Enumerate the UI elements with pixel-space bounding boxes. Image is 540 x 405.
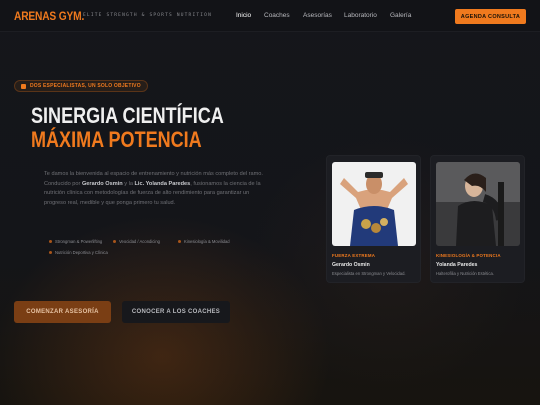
coach-tag: KINESIOLOGÍA & POTENCIA [436, 253, 501, 258]
coach-card-gerardo[interactable]: FUERZA EXTREMA Gerardo Osmin Especialist… [326, 155, 421, 283]
top-nav: ARENAS GYM. ELITE STRENGTH & SPORTS NUTR… [0, 0, 540, 32]
hero-badge: DOS ESPECIALISTAS, UN SOLO OBJETIVO [14, 80, 148, 92]
dumbbell-icon [21, 83, 26, 89]
coach-name: Gerardo Osmin [332, 262, 370, 268]
coach-card-yolanda[interactable]: KINESIOLOGÍA & POTENCIA Yolanda Paredes … [430, 155, 525, 283]
hero-title-line2: MÁXIMA POTENCIA [31, 127, 202, 152]
conocer-coaches-button[interactable]: CONOCER A LOS COACHES [122, 301, 230, 323]
comenzar-asesoria-button[interactable]: COMENZAR ASESORÍA [14, 301, 111, 323]
specialty-tag: Kinesiología & Movilidad [178, 239, 230, 244]
nav-item-coaches[interactable]: Coaches [264, 12, 290, 19]
brand-logo[interactable]: ARENAS GYM. [14, 9, 84, 23]
coach-description: Especialista en Strongman y Velocidad. [332, 271, 406, 276]
hero-title-line1: SINERGIA CIENTÍFICA [31, 103, 224, 128]
coach-tag: FUERZA EXTREMA [332, 253, 376, 258]
hero-badge-text: DOS ESPECIALISTAS, UN SOLO OBJETIVO [30, 83, 141, 89]
specialty-tag: Veocidad / Acondicing [113, 239, 160, 244]
nav-item-laboratorio[interactable]: Laboratorio [344, 12, 377, 19]
nav-item-galeria[interactable]: Galería [390, 12, 411, 19]
nav-item-inicio[interactable]: Inicio [236, 12, 251, 19]
coach-photo [436, 162, 520, 246]
specialty-tag: Strongman & Powerlifting [49, 239, 102, 244]
coach-description: Halterofilia y Nutrición Estética. [436, 271, 494, 276]
coach-photo [332, 162, 416, 246]
agenda-consulta-button[interactable]: AGENDA CONSULTA [455, 9, 526, 24]
nav-item-asesorias[interactable]: Asesorías [303, 12, 332, 19]
hero-description: Te damos la bienvenida al espacio de ent… [44, 171, 263, 206]
brand-tagline: ELITE STRENGTH & SPORTS NUTRITION [83, 13, 213, 18]
specialty-tag: Nutrición Deportiva y Clínica [49, 250, 108, 255]
coach-name: Yolanda Paredes [436, 262, 478, 268]
